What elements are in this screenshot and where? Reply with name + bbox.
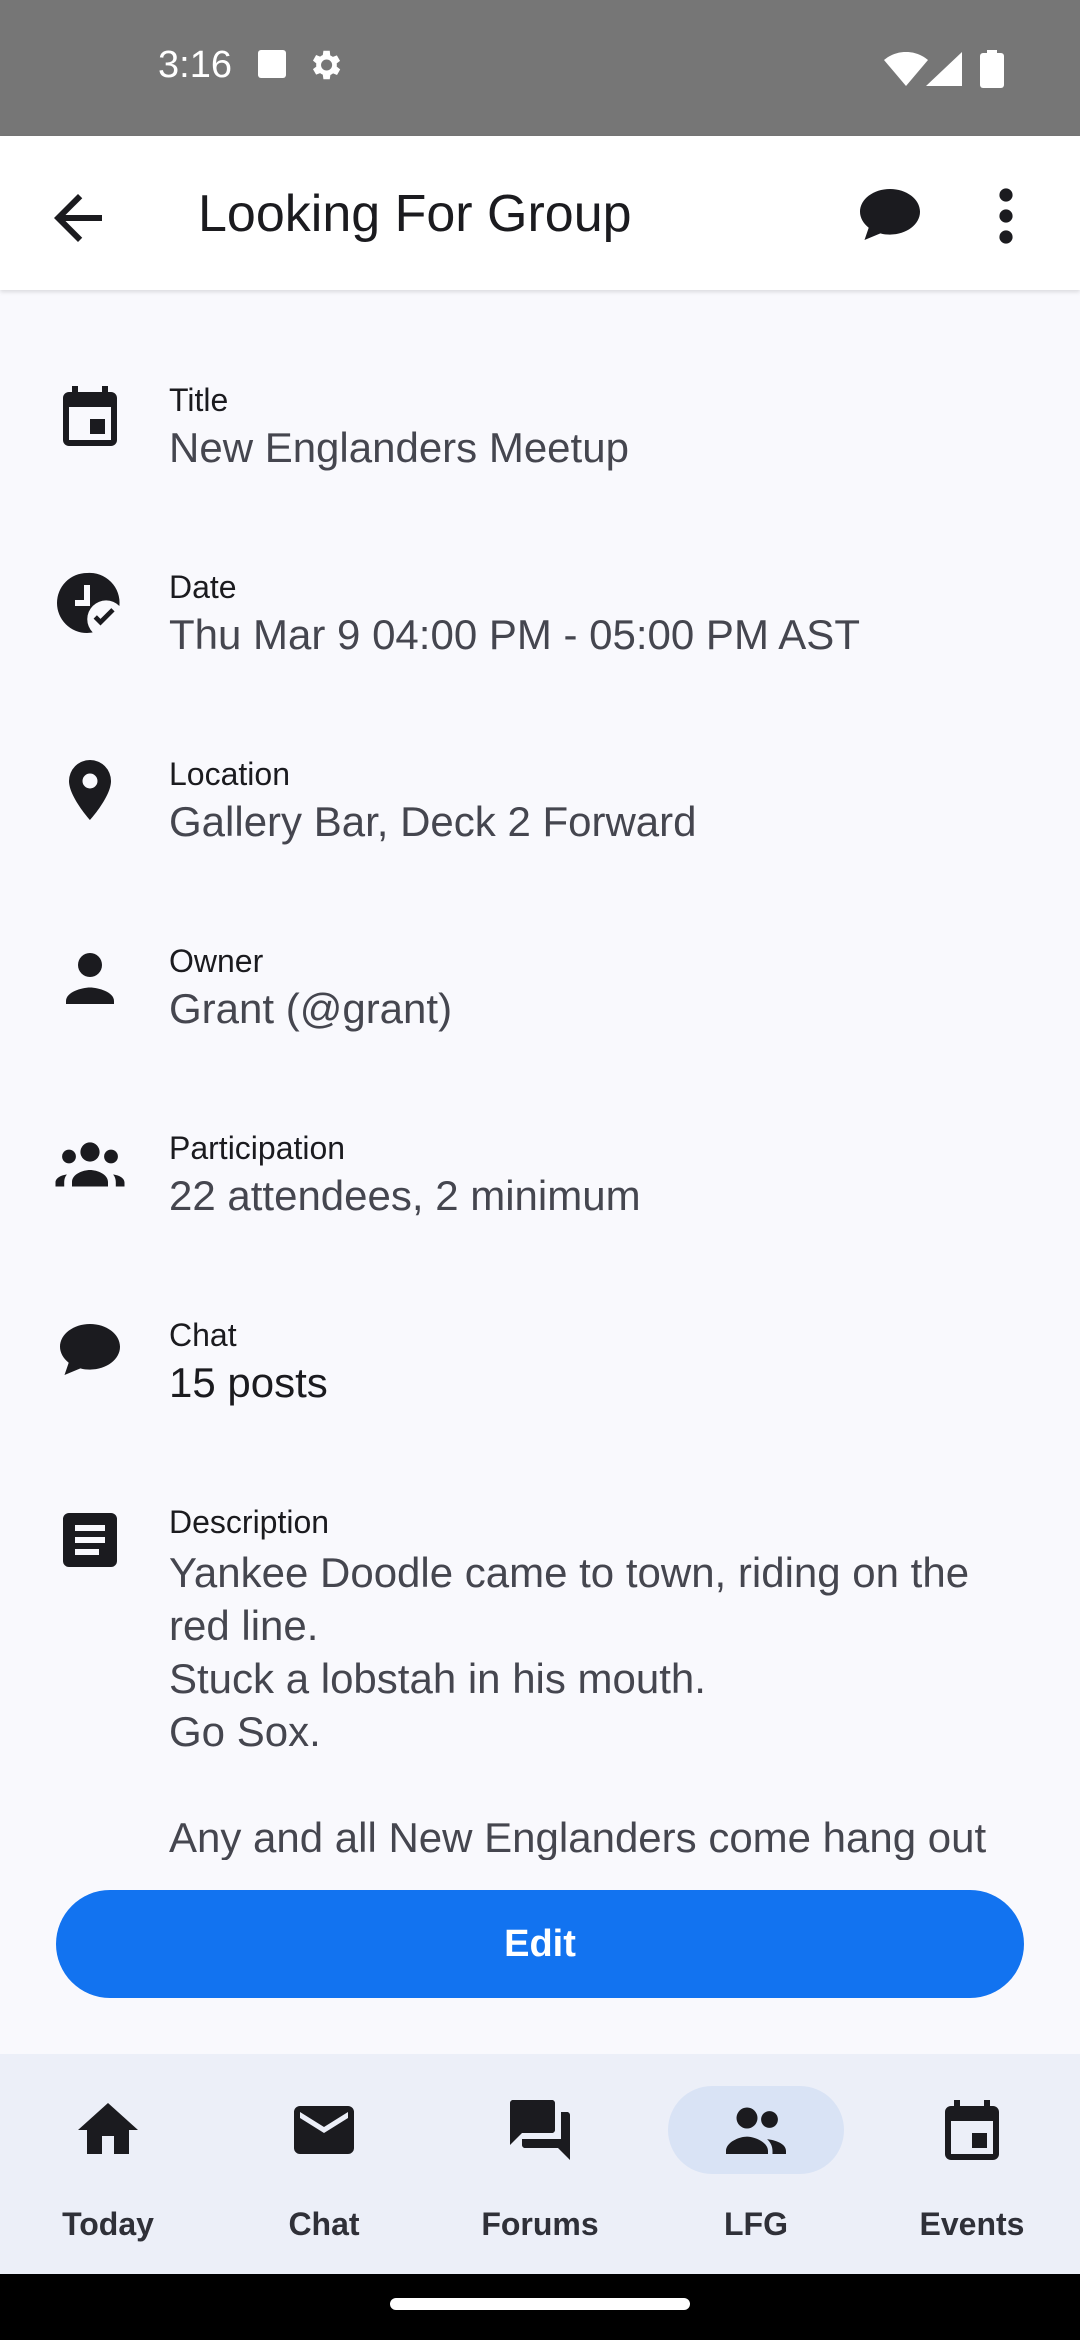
detail-row-date: Date Thu Mar 9 04:00 PM - 05:00 PM AST — [0, 519, 1080, 669]
group-icon — [55, 1142, 125, 1187]
detail-label: Owner — [169, 943, 264, 979]
detail-label: Location — [169, 756, 290, 792]
detail-label: Participation — [169, 1130, 346, 1166]
cellular-signal-icon — [926, 52, 962, 86]
group-icon — [726, 2107, 786, 2154]
description-icon — [63, 1513, 117, 1567]
nav-item-lfg[interactable]: LFG — [648, 2054, 864, 2274]
detail-value: New Englanders Meetup — [169, 424, 629, 471]
chat-bubble-icon — [60, 1324, 120, 1375]
description-text: Yankee Doodle came to town, riding on th… — [169, 1549, 987, 1860]
nav-label: Events — [919, 2206, 1025, 2242]
status-time: 3:16 — [158, 44, 232, 86]
forum-icon — [510, 2100, 570, 2160]
detail-row-owner: Owner Grant (@grant) — [0, 893, 1080, 1043]
calendar-event-icon — [63, 386, 117, 446]
home-gesture-handle[interactable] — [390, 2298, 690, 2310]
nav-label: Today — [62, 2206, 154, 2242]
nav-item-events[interactable]: Events — [864, 2054, 1080, 2274]
nav-label: Forums — [481, 2206, 599, 2242]
app-bar: Looking For Group — [0, 136, 1080, 290]
more-vert-icon[interactable] — [970, 180, 1042, 252]
person-icon — [66, 953, 114, 1004]
nav-item-today[interactable]: Today — [0, 2054, 216, 2274]
detail-value: 15 posts — [169, 1359, 328, 1406]
notification-square-icon — [258, 50, 286, 78]
home-icon — [78, 2103, 138, 2154]
settings-gear-icon — [312, 50, 341, 80]
nav-label: Chat — [288, 2206, 360, 2242]
location-pin-icon — [69, 760, 111, 820]
status-bar: 3:16 — [0, 0, 1080, 136]
detail-label: Date — [169, 569, 237, 605]
chat-bubble-icon[interactable] — [854, 180, 926, 252]
detail-row-description: Description Yankee Doodle came to town, … — [0, 1454, 1080, 1860]
detail-row-title: Title New Englanders Meetup — [0, 332, 1080, 482]
bottom-navigation: Today Chat Forums LFG Events — [0, 2054, 1080, 2274]
nav-item-forums[interactable]: Forums — [432, 2054, 648, 2274]
clock-check-icon — [57, 572, 120, 633]
wifi-icon — [884, 52, 928, 86]
detail-label: Description — [169, 1504, 330, 1540]
lfg-details: Title New Englanders Meetup Date Thu Mar… — [0, 292, 1080, 1860]
mail-icon — [294, 2106, 354, 2154]
back-arrow-icon[interactable] — [42, 182, 114, 254]
detail-label: Title — [169, 382, 229, 418]
detail-label: Chat — [169, 1317, 237, 1353]
edit-button[interactable]: Edit — [56, 1890, 1024, 1998]
calendar-icon — [945, 2100, 999, 2160]
detail-value: Grant (@grant) — [169, 985, 453, 1032]
detail-value: 22 attendees, 2 minimum — [169, 1172, 641, 1219]
battery-icon — [980, 50, 1004, 88]
detail-value: Thu Mar 9 04:00 PM - 05:00 PM AST — [169, 611, 860, 658]
nav-item-chat[interactable]: Chat — [216, 2054, 432, 2274]
system-navigation-bar — [0, 2274, 1080, 2340]
detail-row-location: Location Gallery Bar, Deck 2 Forward — [0, 706, 1080, 856]
nav-label: LFG — [724, 2206, 788, 2242]
detail-value: Gallery Bar, Deck 2 Forward — [169, 798, 697, 845]
detail-row-chat[interactable]: Chat 15 posts — [0, 1267, 1080, 1417]
detail-row-participation: Participation 22 attendees, 2 minimum — [0, 1080, 1080, 1230]
page-title: Looking For Group — [198, 185, 632, 243]
